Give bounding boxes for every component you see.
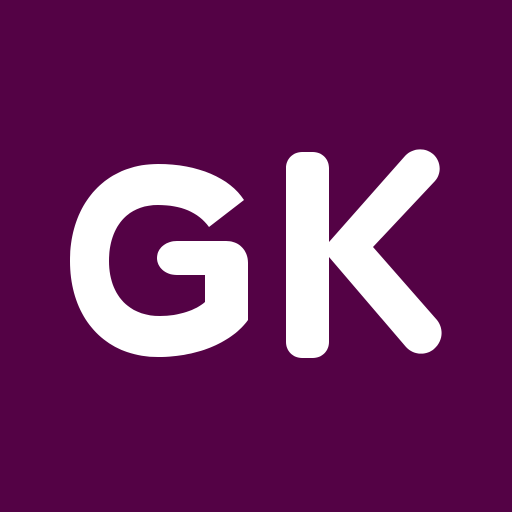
- letter-g-glyph: [70, 164, 248, 357]
- app-icon-tile: GK: [0, 0, 512, 512]
- gk-monogram-logo: GK: [0, 0, 512, 512]
